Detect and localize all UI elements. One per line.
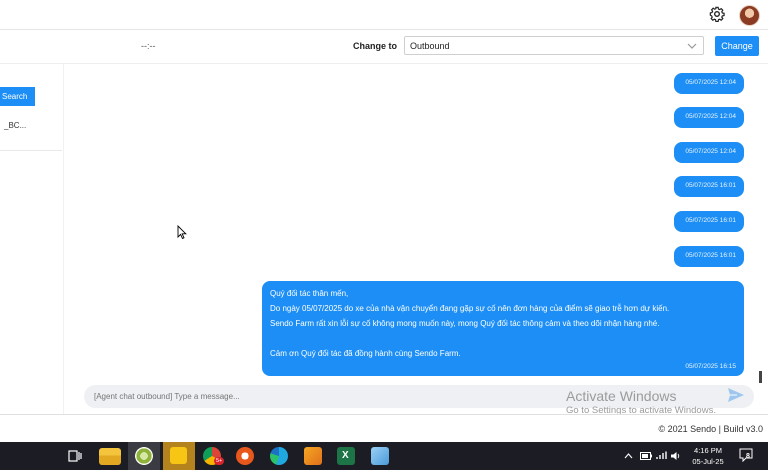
chevron-up-icon[interactable]	[624, 452, 633, 459]
edge-icon[interactable]	[270, 447, 288, 465]
footer-text: © 2021 Sendo | Build v3.0	[658, 424, 763, 434]
chat-message: 05/07/2025 16:01	[674, 211, 744, 232]
page-footer: © 2021 Sendo | Build v3.0	[0, 414, 768, 442]
chat-message: 05/07/2025 16:01	[674, 176, 744, 197]
windows-taskbar: 5+ X 4:16 PM 05-Jul-25 8	[0, 442, 768, 470]
change-button[interactable]: Change	[715, 36, 759, 56]
chat-message: 05/07/2025 12:04	[674, 142, 744, 163]
mouse-cursor-icon	[177, 225, 187, 239]
clock-time: 4:16 PM	[694, 446, 722, 455]
task-view-icon[interactable]	[68, 450, 82, 462]
scrollbar-thumb[interactable]	[759, 371, 762, 383]
message-time: 05/07/2025 12:04	[685, 113, 736, 120]
clock-date: 05-Jul-25	[692, 457, 724, 466]
channel-select[interactable]: Outbound	[404, 36, 704, 55]
wifi-icon[interactable]	[656, 451, 667, 460]
message-line: Cảm ơn Quý đối tác đã đồng hành cùng Sen…	[270, 349, 461, 358]
notes-app-icon[interactable]	[371, 447, 389, 465]
conversation-sidebar: Search _BC...	[0, 64, 64, 414]
message-time: 05/07/2025 12:04	[685, 79, 736, 86]
timer-text: --:--	[141, 41, 156, 51]
browser-icon[interactable]	[236, 447, 254, 465]
chat-message: 05/07/2025 12:04	[674, 73, 744, 94]
gear-icon[interactable]	[709, 6, 725, 22]
battery-icon[interactable]	[640, 452, 652, 460]
watermark-title: Activate Windows	[566, 388, 677, 404]
message-time: 05/07/2025 16:01	[685, 252, 736, 259]
message-time: 05/07/2025 12:04	[685, 148, 736, 155]
channel-toolbar: --:-- Change to Outbound Change	[0, 30, 768, 64]
chat-message-long: Quý đối tác thân mến, Do ngày 05/07/2025…	[262, 281, 744, 376]
message-line	[270, 331, 736, 346]
message-line: Sendo Farm rất xin lỗi sự cố không mong …	[270, 319, 660, 328]
sticky-notes-icon[interactable]	[170, 447, 187, 464]
message-time: 05/07/2025 16:15	[685, 363, 736, 370]
speaker-icon[interactable]	[670, 451, 681, 461]
system-clock[interactable]: 4:16 PM 05-Jul-25	[686, 445, 730, 467]
excel-letter-icon: X	[342, 450, 349, 461]
change-to-label: Change to	[353, 41, 397, 51]
message-time: 05/07/2025 16:01	[685, 182, 736, 189]
send-icon[interactable]	[727, 387, 745, 403]
message-line: Do ngày 05/07/2025 do xe của nhà vận chu…	[270, 304, 670, 313]
notification-center-icon[interactable]: 8	[739, 448, 753, 462]
activate-windows-watermark: Activate Windows Go to Settings to activ…	[566, 388, 716, 416]
chat-message: 05/07/2025 16:01	[674, 246, 744, 267]
channel-select-value: Outbound	[410, 41, 450, 51]
file-explorer-icon[interactable]	[99, 448, 121, 465]
chevron-down-icon	[687, 43, 697, 49]
chrome-badge: 5+	[214, 457, 225, 465]
package-icon[interactable]	[304, 447, 322, 465]
chat-message: 05/07/2025 12:04	[674, 107, 744, 128]
notification-count: 8	[746, 453, 750, 460]
search-button[interactable]: Search	[0, 87, 35, 106]
top-bar	[0, 0, 768, 30]
message-time: 05/07/2025 16:01	[685, 217, 736, 224]
app-swirl-icon[interactable]	[135, 447, 153, 465]
user-avatar[interactable]	[739, 5, 760, 26]
conversation-list-item[interactable]: _BC...	[0, 119, 62, 151]
message-line: Quý đối tác thân mến,	[270, 289, 349, 298]
